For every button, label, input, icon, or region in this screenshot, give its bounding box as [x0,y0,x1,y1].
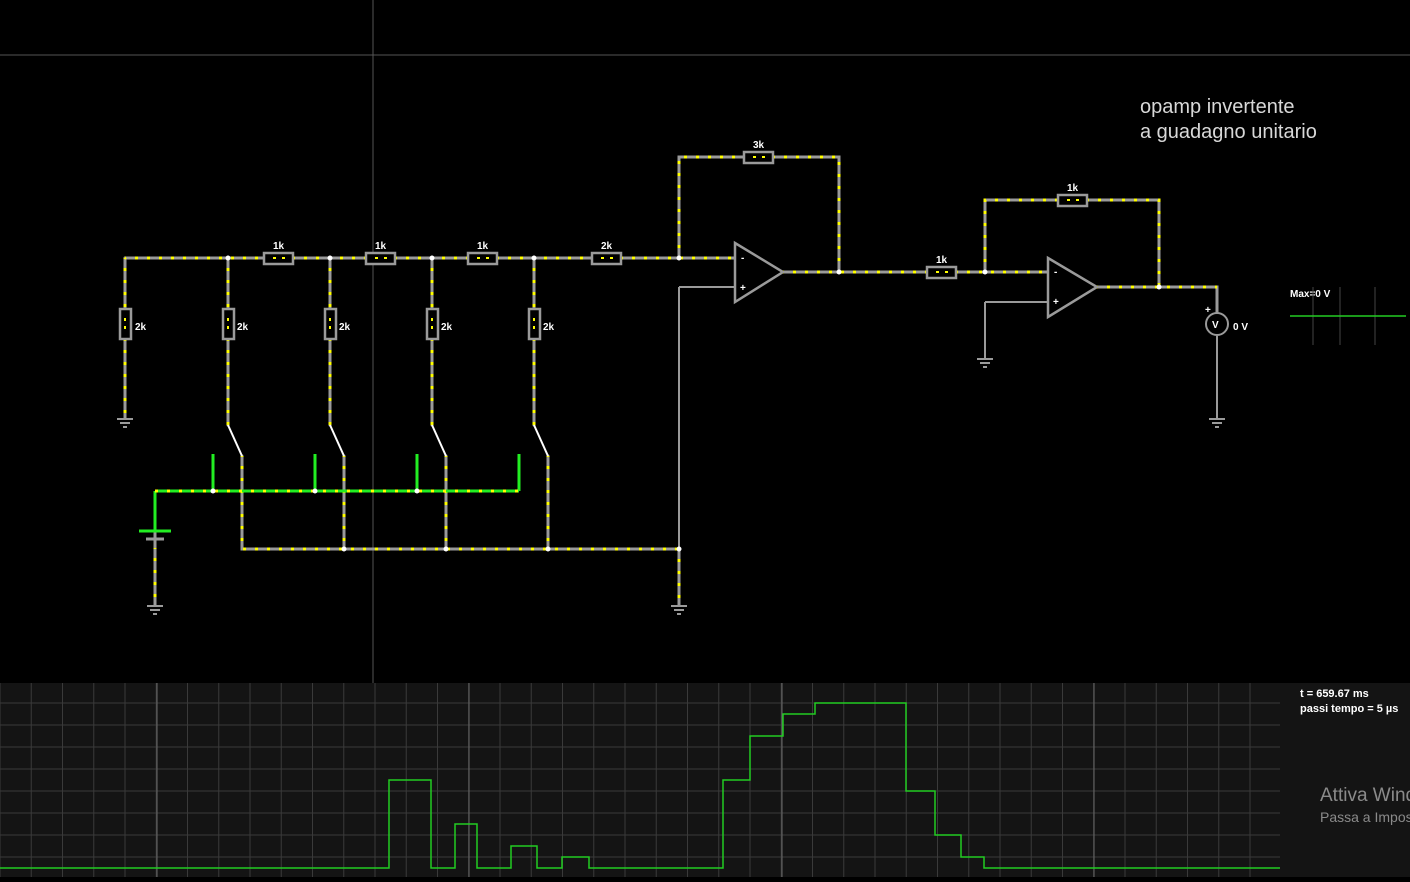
voltmeter[interactable]: V + 0 V [1205,305,1248,336]
label-ladder-r3: 2k [339,322,351,333]
ground-icon [977,358,993,368]
resistor-feedback-1 [742,150,775,165]
resistor-input-2 [925,265,958,280]
junctions [210,255,1162,552]
ground-icon [671,605,687,615]
scope-panel[interactable]: t = 659.67 ms passi tempo = 5 µs Attiva … [0,683,1410,877]
watermark-line-1: Attiva Windows [1320,785,1410,806]
resistor-series-4 [590,251,623,266]
idle-wires[interactable] [678,286,1218,549]
opamp-2-plus: + [1053,297,1059,308]
ground-icon [117,418,133,428]
opamp-2[interactable]: - + [1046,255,1100,320]
label-input-r2: 1k [936,255,948,266]
opamp-1[interactable]: - + [733,240,786,305]
voltmeter-symbol: V [1212,320,1219,331]
resistor-ladder-1 [118,307,133,341]
switch-4[interactable] [533,424,549,457]
voltmeter-reading: 0 V [1233,322,1248,333]
opamp-1-minus: - [741,253,744,264]
opamp-1-plus: + [740,283,746,294]
opamp-2-minus: - [1054,267,1057,278]
resistor-ladder-4 [425,307,440,341]
ground-icon [147,605,163,615]
resistor-feedback-2 [1056,193,1089,208]
switches[interactable] [227,424,549,457]
resistor-series-1 [262,251,295,266]
annotation-line-1: opamp invertente [1140,96,1295,118]
resistor-ladder-5 [527,307,542,341]
side-scope[interactable]: Max=0 V [1290,287,1406,345]
resistor-ladder-2 [221,307,236,341]
label-ladder-r4: 2k [441,322,453,333]
label-series-r3: 1k [477,241,489,252]
resistor-series-2 [364,251,397,266]
switch-1[interactable] [227,424,243,457]
label-series-r2: 1k [375,241,387,252]
resistor-series-3 [466,251,499,266]
active-wires[interactable] [123,155,1219,607]
scope-info: t = 659.67 ms passi tempo = 5 µs [1300,687,1398,717]
switch-2[interactable] [329,424,345,457]
scope-timestep: passi tempo = 5 µs [1300,703,1399,715]
activation-watermark: Attiva Windows Passa a Impostazioni [1320,785,1410,825]
voltmeter-plus: + [1205,305,1211,316]
label-series-r1: 1k [273,241,285,252]
annotation-line-2: a guadagno unitario [1140,121,1317,143]
label-series-r4: 2k [601,241,613,252]
scope-plot[interactable] [0,683,1410,877]
resistor-ladder-3 [323,307,338,341]
switch-3[interactable] [431,424,447,457]
scope-trace [0,702,1280,869]
label-ladder-r2: 2k [237,322,249,333]
grounds [117,358,1225,615]
label-ladder-r1: 2k [135,322,147,333]
watermark-line-2: Passa a Impostazioni [1320,809,1410,825]
label-feedback-r1: 3k [753,140,765,151]
label-ladder-r5: 2k [543,322,555,333]
side-scope-max-label: Max=0 V [1290,289,1331,300]
label-feedback-r2: 1k [1067,183,1079,194]
scope-time: t = 659.67 ms [1300,688,1369,700]
circuit-canvas[interactable]: 2k 2k 2k 2k 2k 1k 1k 1k 2k 3k 1k 1k - + … [0,0,1410,683]
ground-icon [1209,418,1225,428]
